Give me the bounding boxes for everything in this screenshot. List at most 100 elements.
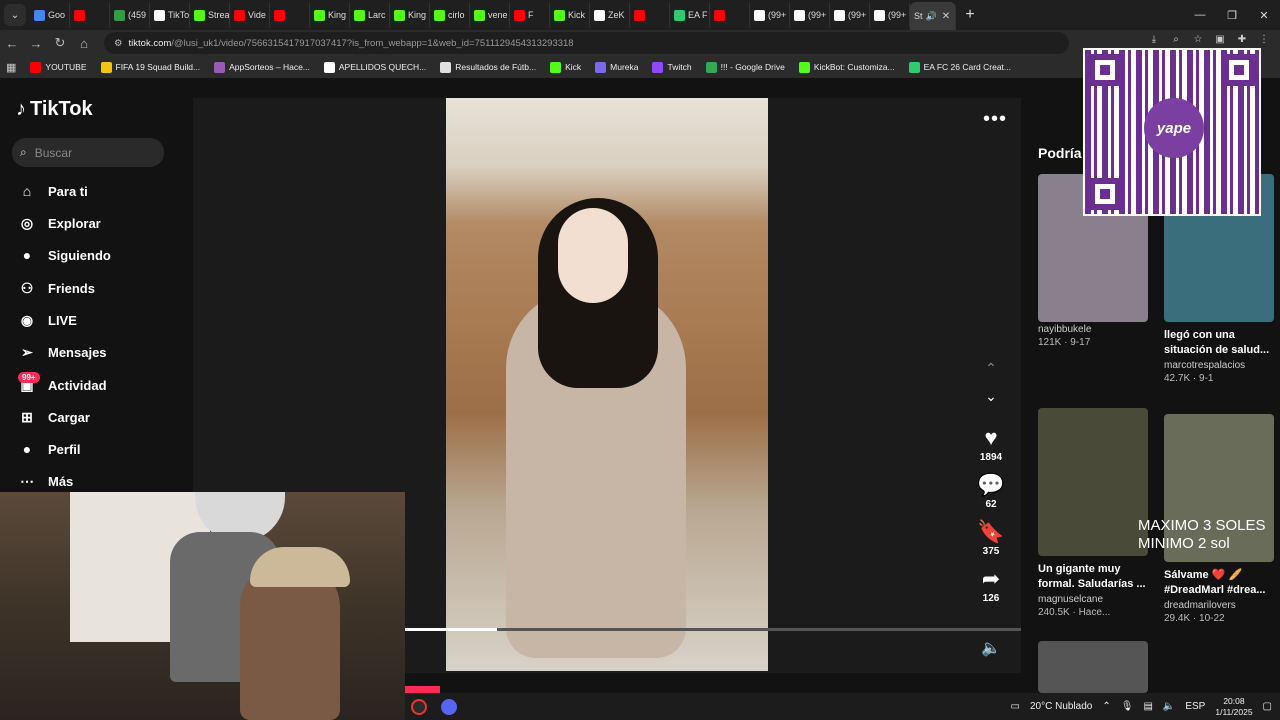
nav-item-perfil[interactable]: ● Perfil — [16, 438, 81, 460]
tiktok-logo[interactable]: ♪ TikTok — [16, 98, 93, 121]
weather-text[interactable]: 20°C Nublado — [1030, 701, 1092, 712]
weather-icon[interactable]: ▭ — [1011, 701, 1020, 712]
speaker-icon[interactable]: 🔊 — [926, 11, 937, 22]
previous-video-icon[interactable]: ⌃ — [985, 360, 997, 388]
browser-tab[interactable] — [710, 3, 750, 27]
browser-tab[interactable]: TikTo — [150, 3, 190, 27]
network-icon[interactable]: ▤ — [1143, 701, 1152, 712]
reload-icon[interactable]: ↻ — [48, 35, 72, 51]
obs-icon[interactable] — [411, 698, 427, 715]
restore-icon[interactable]: ❐ — [1216, 9, 1248, 22]
url-field[interactable]: ⚙ tiktok.com /@lusi_uk1/video/7566315417… — [104, 32, 1069, 54]
active-browser-tab[interactable]: St 🔊 ✕ — [910, 2, 956, 30]
browser-tab[interactable]: (459 — [110, 3, 150, 27]
video-progress-bar[interactable] — [405, 628, 1021, 631]
nav-item-cargar[interactable]: ⊞ Cargar — [16, 406, 90, 428]
tab-search-button[interactable]: ⌄ — [4, 4, 26, 26]
close-window-icon[interactable]: ✕ — [1248, 9, 1280, 22]
bookmark-item[interactable]: Twitch — [652, 61, 692, 73]
bookmark-item[interactable]: YOUTUBE — [30, 61, 87, 73]
new-tab-button[interactable]: + — [956, 6, 984, 24]
nav-item-mensajes[interactable]: ➢ Mensajes — [16, 341, 106, 363]
browser-tab[interactable]: F — [510, 3, 550, 27]
video-frame[interactable] — [446, 98, 768, 671]
video-author[interactable]: marcotrespalacios — [1164, 360, 1276, 371]
language-indicator[interactable]: ESP — [1185, 701, 1205, 712]
bookmark-item[interactable]: !!! - Google Drive — [705, 61, 785, 73]
volume-icon[interactable]: 🔈 — [981, 638, 1001, 658]
url-path: /@lusi_uk1/video/7566315417917037417?is_… — [171, 37, 574, 49]
browser-tab[interactable]: Kick — [550, 3, 590, 27]
browser-tab[interactable] — [70, 3, 110, 27]
browser-tab[interactable]: cirlo — [430, 3, 470, 27]
nav-item-friends[interactable]: ⚇ Friends — [16, 277, 95, 299]
search-input[interactable]: ⌕ Buscar — [12, 138, 164, 167]
home-button-icon[interactable]: ⌂ — [72, 36, 96, 51]
browser-tab[interactable]: King — [390, 3, 430, 27]
tab-label: King — [408, 10, 427, 20]
site-info-icon[interactable]: ⚙ — [114, 38, 123, 49]
video-author[interactable]: nayibbukele — [1038, 324, 1150, 335]
nav-item-más[interactable]: ⋯ Más — [16, 470, 73, 492]
bookmark-label: APELLIDOS QUECH... — [338, 62, 427, 72]
browser-tab[interactable]: EA F — [670, 3, 710, 27]
browser-tab[interactable] — [630, 3, 670, 27]
bookmark-favicon-icon — [214, 61, 226, 73]
browser-tab[interactable]: Larc — [350, 3, 390, 27]
browser-tab[interactable]: King — [310, 3, 350, 27]
mic-icon[interactable]: 🎙 — [1121, 701, 1134, 712]
like-button[interactable]: ♥ 1894 — [980, 426, 1002, 464]
browser-tab[interactable]: (99+ — [750, 3, 790, 27]
nav-item-siguiendo[interactable]: ● Siguiendo — [16, 244, 111, 266]
browser-tab[interactable] — [270, 3, 310, 27]
video-author[interactable]: magnuselcane — [1038, 594, 1150, 605]
video-author[interactable]: dreadmarilovers — [1164, 600, 1276, 611]
browser-tab[interactable]: (99+ — [830, 3, 870, 27]
bookmark-item[interactable]: Resultados de Fútb... — [440, 61, 536, 73]
browser-tab[interactable]: ZeK — [590, 3, 630, 27]
more-options-icon[interactable]: ••• — [983, 108, 1007, 131]
tab-close-icon[interactable]: ✕ — [942, 11, 950, 22]
browser-tab[interactable]: Vide — [230, 3, 270, 27]
bookmark-item[interactable]: Kick — [550, 61, 581, 73]
video-thumbnail[interactable] — [1038, 408, 1148, 556]
bookmark-item[interactable]: EA FC 26 Card Creat... — [908, 61, 1011, 73]
activity-badge: 99+ — [18, 372, 40, 383]
browser-tab[interactable]: Goo — [30, 3, 70, 27]
browser-tab[interactable]: (99+ — [870, 3, 910, 27]
qr-finder-top-right — [1223, 54, 1255, 86]
bookmark-item[interactable]: FIFA 19 Squad Build... — [100, 61, 200, 73]
upload-icon: ⊞ — [21, 408, 33, 425]
nav-item-explorar[interactable]: ◎ Explorar — [16, 212, 101, 234]
save-button[interactable]: 🔖 375 — [977, 520, 1004, 558]
nav-label: Actividad — [48, 377, 107, 393]
speaker-tray-icon[interactable]: 🔈 — [1163, 701, 1175, 712]
nav-label: Más — [48, 473, 74, 489]
bookmark-item[interactable]: Mureka — [595, 61, 638, 73]
share-button[interactable]: ➦ 126 — [982, 567, 1000, 605]
nav-item-live[interactable]: ◉ LIVE — [16, 309, 77, 331]
browser-tab[interactable]: vene — [470, 3, 510, 27]
bookmark-item[interactable]: APELLIDOS QUECH... — [323, 61, 427, 73]
tray-overflow-icon[interactable]: ⌃ — [1102, 701, 1110, 712]
browser-tab[interactable]: Strea — [190, 3, 230, 27]
comment-button[interactable]: 💬 62 — [977, 473, 1004, 511]
discord-icon[interactable] — [441, 698, 457, 715]
next-video-icon[interactable]: ⌄ — [985, 388, 997, 416]
apps-grid-icon[interactable]: ▦ — [6, 61, 16, 74]
bookmark-item[interactable]: AppSorteos – Hace... — [214, 61, 310, 73]
recommended-video-card[interactable]: Un gigante muy formal. Saludarías ... mag… — [1038, 408, 1150, 618]
tab-label: Larc — [368, 10, 386, 20]
bookmark-item[interactable]: KickBot: Customiza... — [798, 61, 895, 73]
nav-item-para-ti[interactable]: ⌂ Para ti — [16, 180, 88, 202]
bookmark-favicon-icon — [798, 61, 810, 73]
video-thumbnail[interactable] — [1038, 641, 1148, 693]
clock[interactable]: 20:08 1/11/2025 — [1215, 696, 1252, 718]
minimize-icon[interactable]: — — [1184, 9, 1216, 21]
browser-tab[interactable]: (99+ — [790, 3, 830, 27]
tiktok-icon — [754, 9, 765, 21]
notifications-icon[interactable]: ▢ — [1263, 701, 1272, 712]
more-icon: ⋯ — [20, 472, 34, 489]
back-icon[interactable]: ← — [0, 36, 24, 51]
forward-icon[interactable]: → — [24, 36, 48, 51]
